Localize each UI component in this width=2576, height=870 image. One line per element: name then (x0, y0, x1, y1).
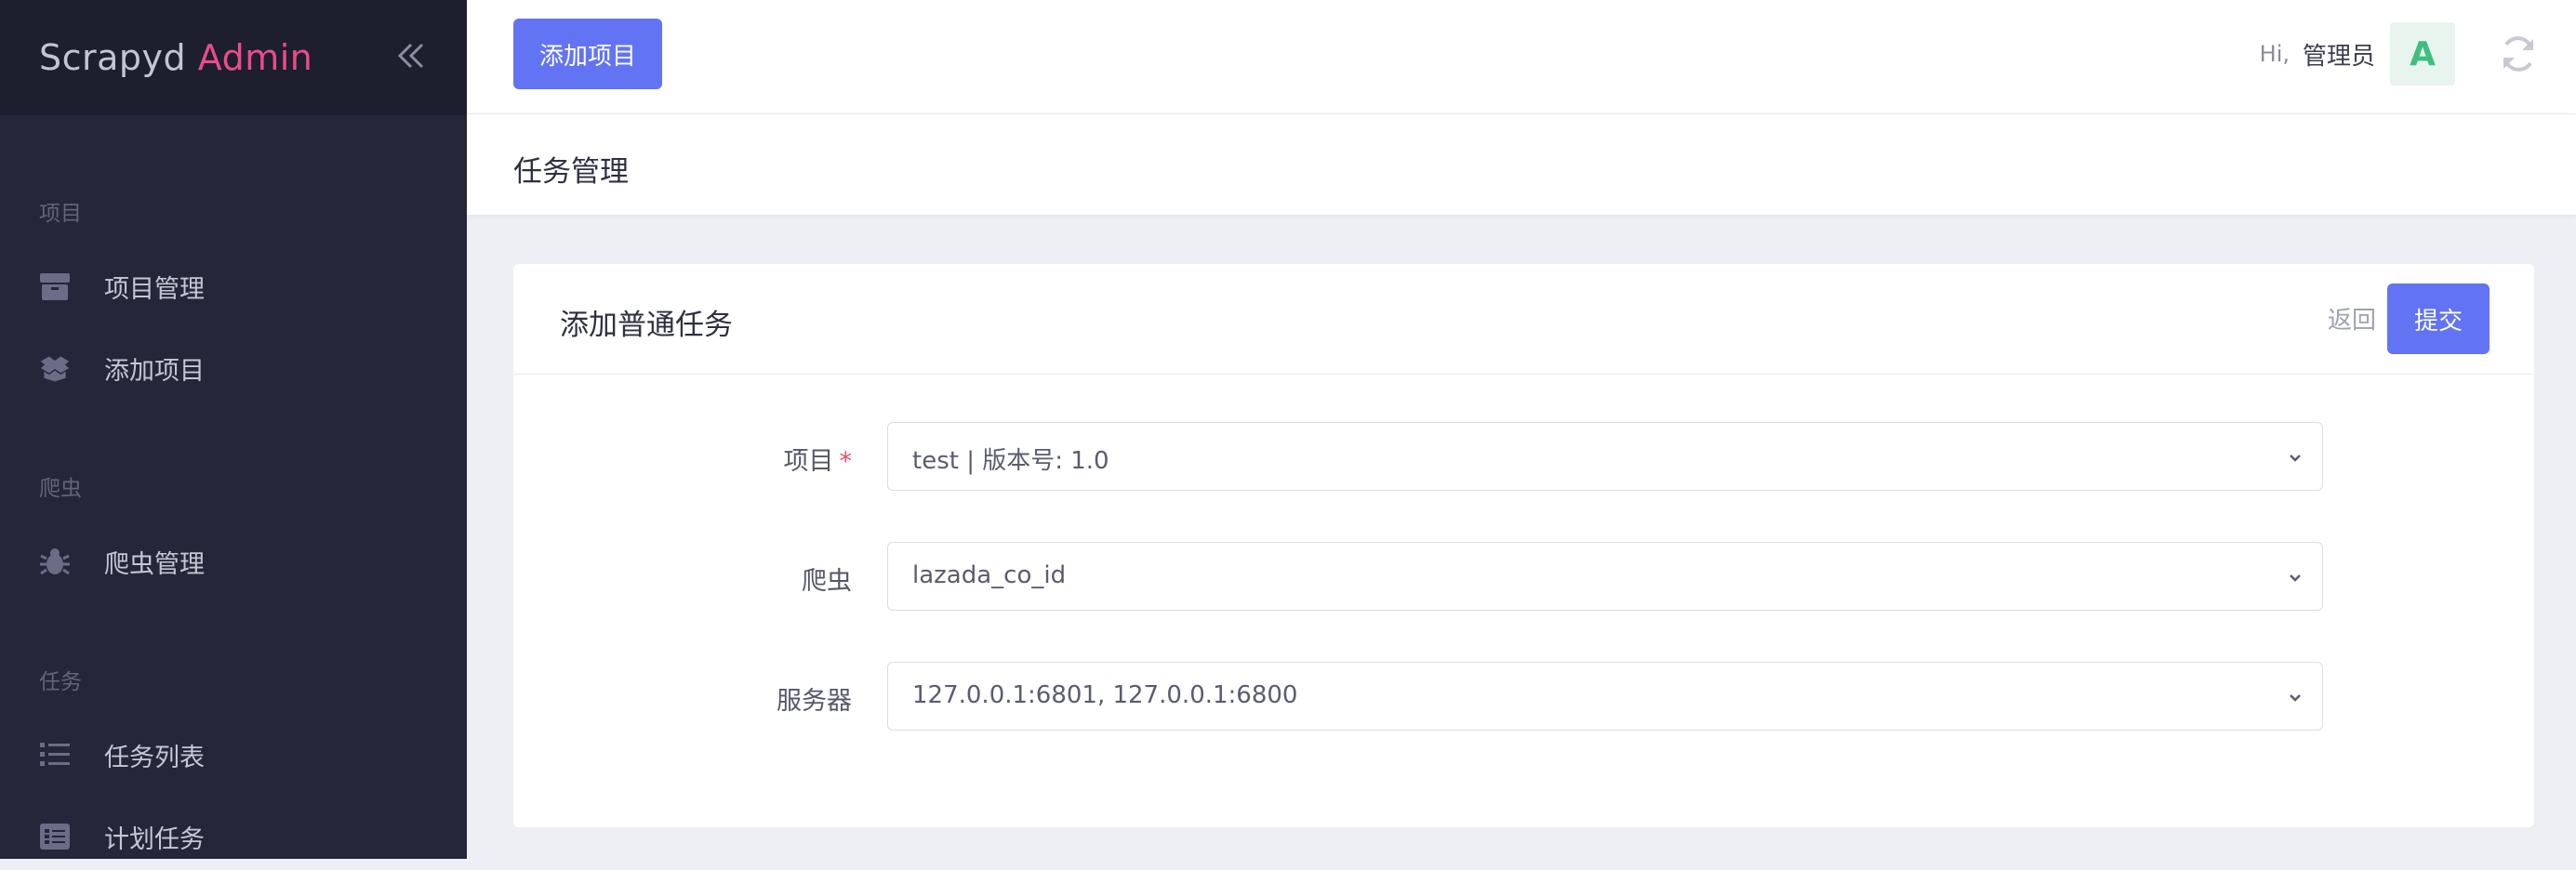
card-title: 添加普通任务 (560, 309, 733, 342)
chevron-down-icon (2287, 569, 2304, 586)
bug-icon (39, 546, 71, 577)
required-marker: * (839, 447, 853, 476)
page-title: 任务管理 (513, 155, 629, 189)
spider-select[interactable]: lazada_co_id (887, 542, 2323, 611)
section-label-project: 项目 (39, 202, 82, 226)
user-menu[interactable]: Hi, 管理员 A (2260, 22, 2455, 86)
form-row-project: 项目 * test | 版本号: 1.0 (513, 422, 2534, 493)
field-label-project: 项目 * (784, 441, 853, 477)
avatar[interactable]: A (2390, 22, 2455, 86)
server-select-value: 127.0.0.1:6801, 127.0.0.1:6800 (912, 681, 1298, 709)
section-label-spider: 爬虫 (39, 477, 82, 501)
sidebar-item-label: 爬虫管理 (104, 549, 205, 579)
sidebar-item-task-list[interactable]: 任务列表 (0, 721, 467, 788)
add-task-card: 添加普通任务 返回 提交 项目 * test | 版本号: 1.0 爬虫 laza… (513, 264, 2534, 827)
server-select[interactable]: 127.0.0.1:6801, 127.0.0.1:6800 (887, 662, 2323, 731)
field-label-server: 服务器 (777, 687, 852, 716)
spider-select-value: lazada_co_id (912, 561, 1067, 589)
chevron-down-icon (2287, 449, 2304, 466)
card-header: 添加普通任务 返回 提交 (513, 264, 2534, 375)
logo-bar: Scrapyd Admin (0, 0, 467, 115)
username: 管理员 (2302, 42, 2375, 71)
sidebar-item-label: 添加项目 (104, 356, 205, 386)
form-row-server: 服务器 127.0.0.1:6801, 127.0.0.1:6800 (513, 662, 2534, 732)
sidebar-item-scheduled-tasks[interactable]: 计划任务 (0, 803, 467, 870)
page-header: 任务管理 (467, 114, 2576, 215)
project-select-value: test | 版本号: 1.0 (912, 447, 1109, 475)
form-row-spider: 爬虫 lazada_co_id (513, 542, 2534, 613)
brand-accent: Admin (197, 37, 313, 78)
brand-logo[interactable]: Scrapyd Admin (39, 37, 312, 78)
sidebar-item-spider-manage[interactable]: 爬虫管理 (0, 528, 467, 595)
sidebar-item-label: 项目管理 (104, 274, 205, 304)
sidebar-item-label: 计划任务 (104, 824, 205, 854)
sidebar-item-label: 任务列表 (104, 743, 205, 772)
field-label-spider: 爬虫 (802, 567, 852, 596)
box-icon (39, 270, 71, 302)
collapse-sidebar-icon[interactable] (394, 37, 428, 78)
refresh-icon[interactable] (2498, 33, 2539, 74)
add-project-button[interactable]: 添加项目 (513, 19, 662, 89)
sidebar-item-add-project[interactable]: 添加项目 (0, 335, 467, 402)
submit-button[interactable]: 提交 (2387, 283, 2490, 354)
sidebar: Scrapyd Admin 项目 项目管理 添加项目 爬虫 爬虫管理 任务 任务… (0, 0, 467, 859)
schedule-icon (39, 821, 71, 852)
open-box-icon (39, 352, 71, 384)
list-icon (39, 739, 71, 771)
brand-name: Scrapyd (39, 37, 187, 78)
back-button[interactable]: 返回 (2328, 301, 2376, 336)
topbar: 添加项目 Hi, 管理员 A (467, 0, 2576, 114)
chevron-down-icon (2287, 689, 2304, 705)
greeting: Hi, (2259, 41, 2290, 67)
sidebar-item-project-manage[interactable]: 项目管理 (0, 253, 467, 320)
field-label-text: 项目 (783, 447, 834, 476)
project-select[interactable]: test | 版本号: 1.0 (887, 422, 2323, 491)
section-label-task: 任务 (39, 670, 82, 694)
